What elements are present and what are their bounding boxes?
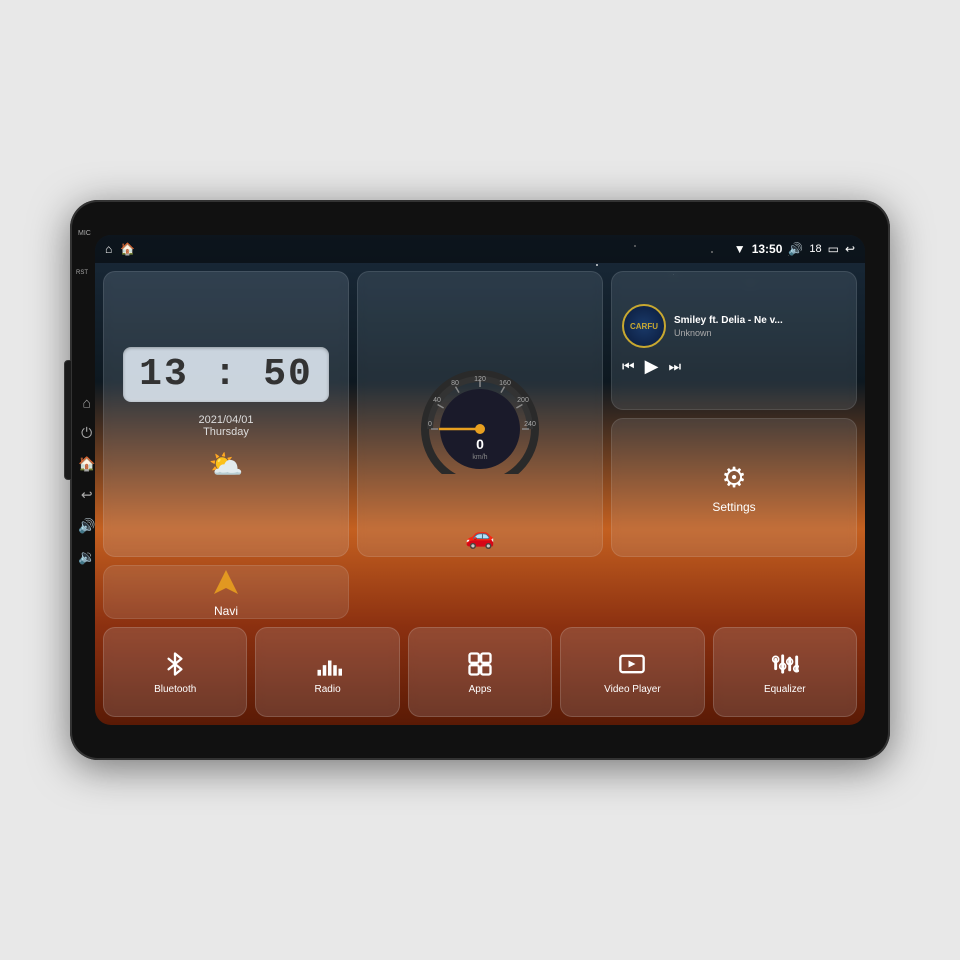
svg-text:120: 120 xyxy=(474,376,486,383)
vol-up-bezel-icon[interactable]: 🔊 xyxy=(78,518,95,535)
weather-icon: ⛅ xyxy=(209,448,244,481)
status-bar: ⌂ 🏠 ▼ 13:50 🔊 18 ▭ ↩ xyxy=(95,235,865,263)
video-player-label: Video Player xyxy=(604,684,661,695)
music-logo: CARFU xyxy=(622,304,666,348)
navi-widget[interactable]: Navi xyxy=(103,565,349,619)
navi-icon xyxy=(210,566,242,598)
bluetooth-label: Bluetooth xyxy=(154,684,196,695)
rst-label: RST xyxy=(76,270,88,276)
music-top-row: CARFU Smiley ft. Delia - Ne v... Unknown xyxy=(622,304,846,348)
bottom-row: Bluetooth Radio xyxy=(103,627,857,717)
svg-text:0: 0 xyxy=(428,421,432,428)
clock-day: Thursday xyxy=(203,426,249,438)
next-button[interactable]: ⏭ xyxy=(668,358,681,375)
speedometer-svg: 0 40 80 120 160 200 240 xyxy=(400,354,560,474)
settings-widget[interactable]: ⚙ Settings xyxy=(611,418,857,557)
back-bezel-icon[interactable]: ↩ xyxy=(81,487,93,504)
radio-label: Radio xyxy=(315,684,341,695)
power-bezel-icon[interactable]: ⏻ xyxy=(81,425,92,442)
apps-label: Apps xyxy=(469,684,492,695)
apps-button[interactable]: Apps xyxy=(408,627,552,717)
svg-text:200: 200 xyxy=(517,397,529,404)
navi-label: Navi xyxy=(214,604,238,618)
music-controls: ⏮ ▶ ⏭ xyxy=(622,356,846,377)
settings-label: Settings xyxy=(712,500,755,514)
mic-label: MIC xyxy=(78,230,91,237)
top-grid: 13 : 50 2021/04/01 Thursday ⛅ xyxy=(103,271,857,619)
window-icon: ▭ xyxy=(828,242,839,256)
svg-text:160: 160 xyxy=(499,380,511,387)
clock-time: 13 : 50 xyxy=(139,353,313,396)
volume-icon: 🔊 xyxy=(788,242,803,256)
bluetooth-icon xyxy=(161,650,189,678)
clock-date: 2021/04/01 xyxy=(198,414,253,426)
status-left: ⌂ 🏠 xyxy=(105,242,135,256)
bezel-icons: ⌂ ⏻ 🏠 ↩ 🔊 🔉 xyxy=(78,395,95,566)
bluetooth-button[interactable]: Bluetooth xyxy=(103,627,247,717)
status-right: ▼ 13:50 🔊 18 ▭ ↩ xyxy=(734,242,855,256)
radio-icon xyxy=(314,650,342,678)
video-player-icon xyxy=(618,650,646,678)
screen: ⌂ 🏠 ▼ 13:50 🔊 18 ▭ ↩ 13 : 50 xyxy=(95,235,865,725)
settings-icon: ⚙ xyxy=(721,461,746,494)
music-widget-inner: CARFU Smiley ft. Delia - Ne v... Unknown… xyxy=(622,304,846,377)
home2-bezel-icon[interactable]: 🏠 xyxy=(78,456,95,473)
speedometer-widget: 0 40 80 120 160 200 240 xyxy=(357,271,603,557)
svg-text:240: 240 xyxy=(524,421,536,428)
home-status-icon[interactable]: ⌂ xyxy=(105,242,112,256)
prev-button[interactable]: ⏮ xyxy=(622,358,635,375)
main-content: 13 : 50 2021/04/01 Thursday ⛅ xyxy=(95,263,865,725)
vol-down-bezel-icon[interactable]: 🔉 xyxy=(78,549,95,566)
music-widget[interactable]: CARFU Smiley ft. Delia - Ne v... Unknown… xyxy=(611,271,857,410)
home-bezel-icon[interactable]: ⌂ xyxy=(82,395,90,411)
back-icon: ↩ xyxy=(845,242,855,256)
music-info: Smiley ft. Delia - Ne v... Unknown xyxy=(674,315,846,338)
svg-text:40: 40 xyxy=(433,397,441,404)
house-status-icon[interactable]: 🏠 xyxy=(120,242,135,256)
equalizer-button[interactable]: Equalizer xyxy=(713,627,857,717)
svg-text:km/h: km/h xyxy=(472,454,487,461)
equalizer-label: Equalizer xyxy=(764,684,806,695)
wifi-icon: ▼ xyxy=(734,242,746,256)
play-button[interactable]: ▶ xyxy=(645,356,659,377)
volume-level: 18 xyxy=(809,243,821,255)
clock-display: 13 : 50 xyxy=(123,347,329,402)
svg-text:80: 80 xyxy=(451,380,459,387)
radio-button[interactable]: Radio xyxy=(255,627,399,717)
music-title: Smiley ft. Delia - Ne v... xyxy=(674,315,846,326)
music-artist: Unknown xyxy=(674,328,846,338)
clock-widget: 13 : 50 2021/04/01 Thursday ⛅ xyxy=(103,271,349,557)
video-player-button[interactable]: Video Player xyxy=(560,627,704,717)
car-icon: 🚗 xyxy=(465,522,495,551)
svg-text:0: 0 xyxy=(476,436,484,452)
status-time: 13:50 xyxy=(752,242,783,256)
side-button-strip xyxy=(64,360,72,480)
car-head-unit: MIC RST ⌂ ⏻ 🏠 ↩ 🔊 🔉 ⌂ 🏠 ▼ xyxy=(70,200,890,760)
apps-icon xyxy=(466,650,494,678)
equalizer-icon xyxy=(771,650,799,678)
